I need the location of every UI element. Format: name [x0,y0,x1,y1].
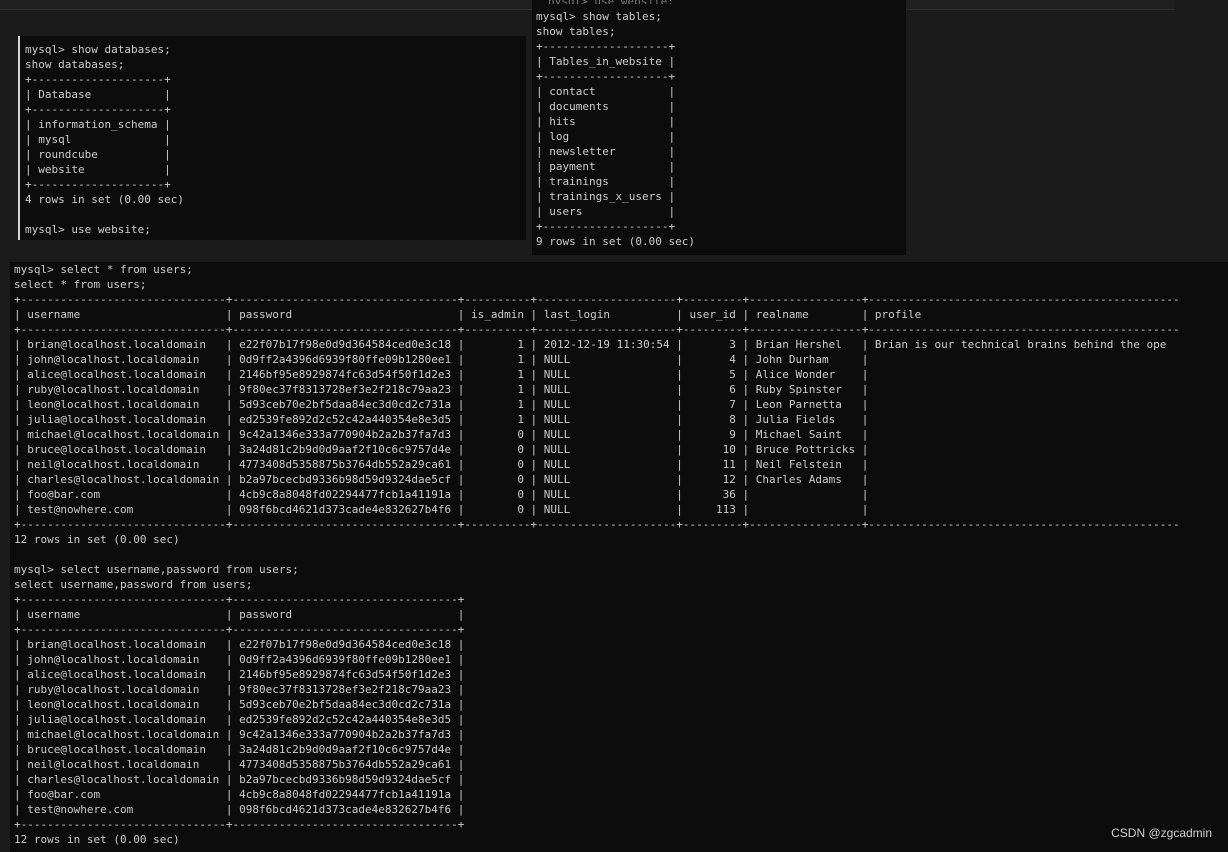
terminal-select-users[interactable]: mysql> select * from users; select * fro… [10,262,1228,852]
screenshot-canvas: mysql> show databases; show databases; +… [0,0,1228,852]
terminal-show-databases[interactable]: mysql> show databases; show databases; +… [18,36,526,240]
terminal-output-databases: mysql> show databases; show databases; +… [25,43,184,236]
terminal-output-users: mysql> select * from users; select * fro… [14,263,1180,846]
terminal-output-tables: mysql> show tables; show tables; +------… [536,10,695,248]
partial-previous-line: nysql> use website; [548,0,898,4]
terminal-show-tables[interactable]: nysql> use website; mysql> show tables; … [532,0,906,255]
csdn-watermark: CSDN @zgcadmin [1111,826,1212,840]
